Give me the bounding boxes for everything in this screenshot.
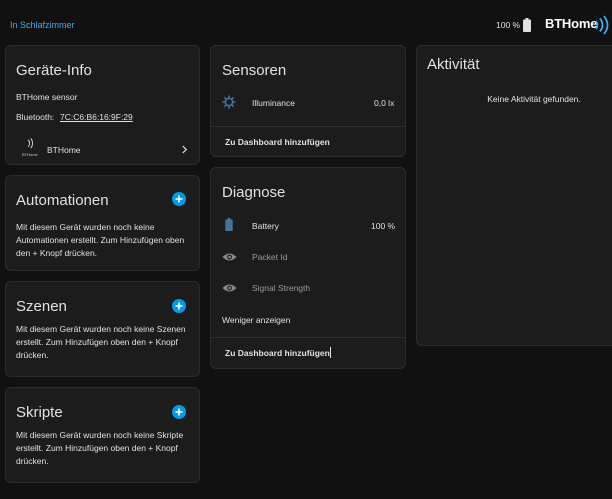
device-info-title: Geräte-Info	[16, 62, 92, 79]
activity-title: Aktivität	[427, 56, 480, 73]
sensors-card: Sensoren Illuminance 0,0 lx Zu Dashboard…	[210, 45, 406, 157]
header-battery-percent: 100 %	[496, 20, 521, 30]
sensors-divider	[211, 126, 405, 127]
add-script-plus-icon[interactable]	[172, 405, 186, 419]
sensor-row-illuminance[interactable]: Illuminance 0,0 lx	[211, 92, 405, 114]
diagnostics-divider	[211, 337, 405, 338]
diagnostic-label: Packet Id	[252, 252, 288, 262]
bthome-logo-icon	[27, 138, 34, 149]
bluetooth-label: Bluetooth:	[16, 112, 55, 122]
scenes-card: Szenen Mit diesem Gerät wurden noch kein…	[5, 281, 200, 377]
top-bar: In Schlafzimmer 100 % BTHome	[0, 0, 612, 46]
sensor-value: 0,0 lx	[374, 98, 395, 108]
chevron-right-icon	[182, 145, 188, 154]
bluetooth-address-link[interactable]: 7C:C6:B6:16:9F:29	[60, 111, 133, 124]
activity-card: Aktivität Keine Aktivität gefunden.	[416, 45, 612, 346]
text-cursor	[330, 347, 331, 358]
scripts-empty-text: Mit diesem Gerät wurden noch keine Skrip…	[16, 430, 184, 466]
diagnostic-label: Signal Strength	[252, 283, 311, 293]
battery-full-icon	[523, 18, 531, 32]
diagnostic-label: Battery	[252, 221, 279, 231]
scripts-title: Skripte	[16, 404, 63, 421]
scenes-title: Szenen	[16, 298, 67, 315]
automations-title: Automationen	[16, 192, 109, 209]
diagnostic-row-signal-strength[interactable]: Signal Strength	[211, 278, 405, 298]
automations-card: Automationen Mit diesem Gerät wurden noc…	[5, 175, 200, 271]
diagnostics-add-dashboard-button[interactable]: Zu Dashboard hinzufügen	[225, 347, 330, 360]
integration-name: BTHome	[47, 145, 81, 155]
integration-row[interactable]: BTHome BTHome	[6, 136, 199, 162]
activity-empty-text: Keine Aktivität gefunden.	[487, 94, 581, 104]
scripts-card: Skripte Mit diesem Gerät wurden noch kei…	[5, 387, 200, 483]
brand-logo-text: BTHome	[545, 16, 598, 31]
bluetooth-waves-logo-icon	[595, 15, 609, 35]
diagnostics-title: Diagnose	[222, 184, 286, 201]
battery-icon	[225, 218, 233, 231]
eye-icon	[222, 253, 237, 261]
diagnostics-card: Diagnose Battery 100 % Packet Id Signal …	[210, 167, 406, 369]
eye-icon	[222, 284, 237, 292]
add-automation-plus-icon[interactable]	[172, 192, 186, 206]
brightness-gear-icon	[222, 95, 236, 109]
sensor-label: Illuminance	[252, 98, 295, 108]
device-info-card: Geräte-Info BTHome sensor Bluetooth: 7C:…	[5, 45, 200, 165]
bthome-logo-text: BTHome	[22, 152, 38, 157]
add-scene-plus-icon[interactable]	[172, 299, 186, 313]
automations-empty-text: Mit diesem Gerät wurden noch keine Autom…	[16, 222, 185, 258]
diagnostic-value: 100 %	[371, 221, 396, 231]
show-less-button[interactable]: Weniger anzeigen	[222, 314, 290, 327]
diagnostic-row-battery[interactable]: Battery 100 %	[211, 216, 405, 236]
scenes-empty-text: Mit diesem Gerät wurden noch keine Szene…	[16, 324, 186, 360]
sensors-title: Sensoren	[222, 62, 287, 79]
diagnostic-row-packet-id[interactable]: Packet Id	[211, 247, 405, 267]
device-model: BTHome sensor	[16, 92, 78, 102]
sensors-add-dashboard-button[interactable]: Zu Dashboard hinzufügen	[225, 136, 330, 149]
breadcrumb-area-link[interactable]: In Schlafzimmer	[10, 20, 75, 30]
